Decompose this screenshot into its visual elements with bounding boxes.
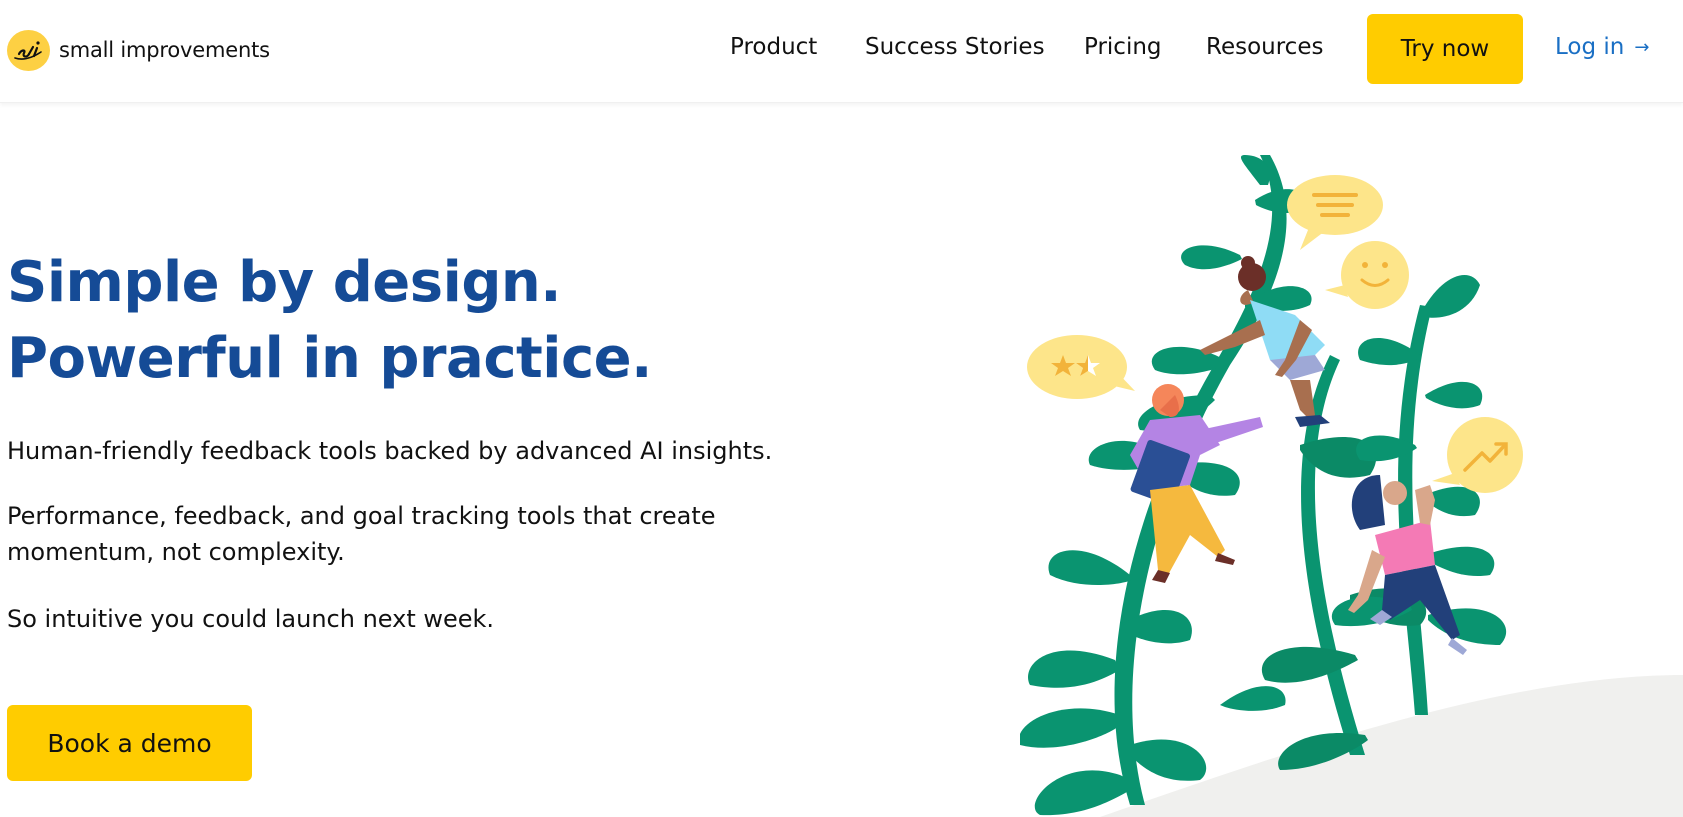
hero-paragraph-2: Performance, feedback, and goal tracking… [7,498,807,570]
book-demo-label: Book a demo [47,728,212,758]
logo-text: small improvements [59,38,270,62]
hero-paragraph-2-line2: momentum, not complexity. [7,538,345,566]
hero-paragraph-1: Human-friendly feedback tools backed by … [7,437,773,465]
message-bubble-icon [1287,175,1383,250]
nav-pricing[interactable]: Pricing [1084,34,1162,60]
smile-bubble-icon [1325,241,1409,309]
hero-title: Simple by design. Powerful in practice. [7,245,652,397]
rating-bubble-icon [1027,335,1135,399]
hero-title-line2: Powerful in practice. [7,326,652,391]
nav-product[interactable]: Product [730,34,817,60]
site-header: small improvements Product Success Stori… [0,0,1683,103]
login-link[interactable]: Log in → [1555,34,1649,60]
book-demo-button[interactable]: Book a demo [7,705,252,781]
hero-title-line1: Simple by design. [7,250,562,315]
logo-mark-icon [7,29,50,71]
nav-success-stories[interactable]: Success Stories [865,34,1045,60]
hero-paragraph-3: So intuitive you could launch next week. [7,605,495,633]
trend-bubble-icon [1432,417,1523,493]
arrow-right-icon: → [1634,36,1650,58]
logo[interactable]: small improvements [7,29,270,71]
hero-illustration [1020,155,1683,817]
try-now-button[interactable]: Try now [1367,14,1523,84]
login-label: Log in [1555,34,1625,60]
try-now-label: Try now [1400,36,1490,62]
person-top [1200,256,1330,427]
nav-resources[interactable]: Resources [1206,34,1323,60]
hero-paragraph-2-line1: Performance, feedback, and goal tracking… [7,502,716,530]
